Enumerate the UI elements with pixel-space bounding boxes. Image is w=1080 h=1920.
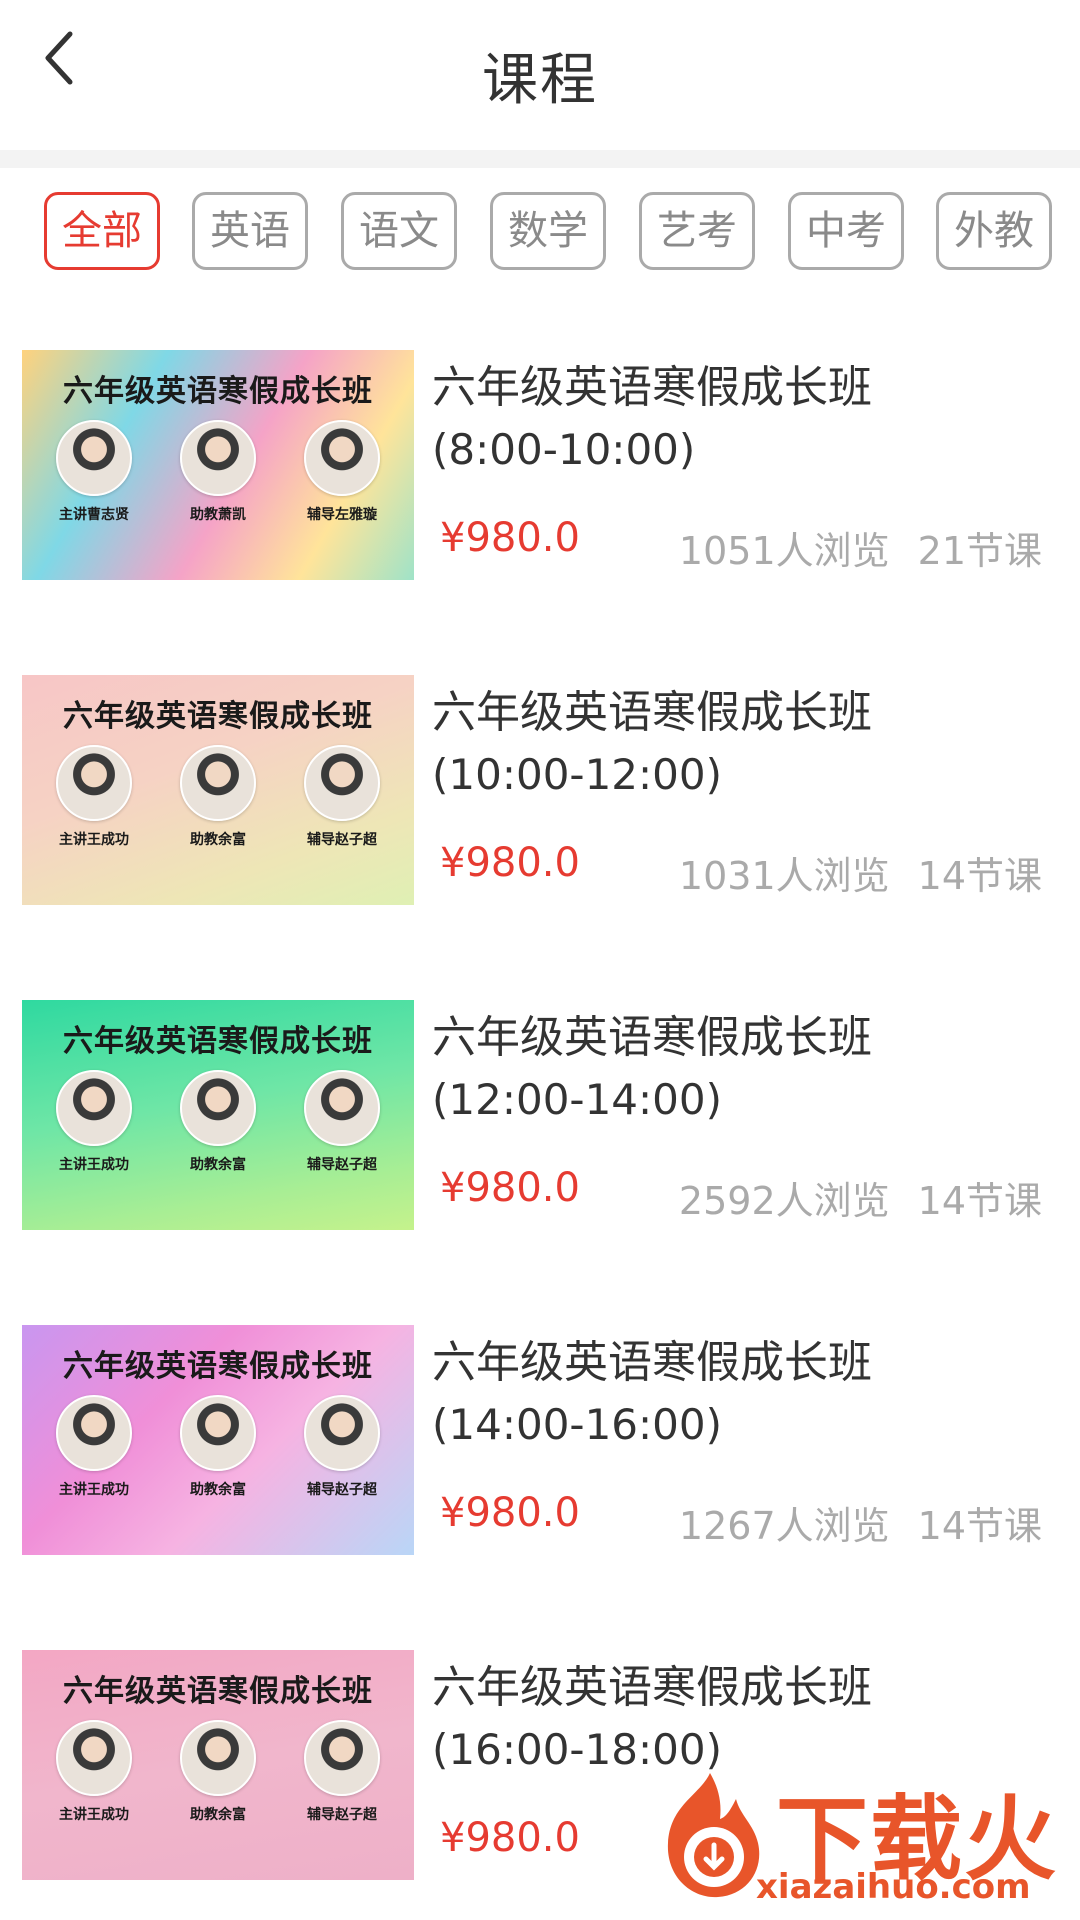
teacher-label: 主讲王成功	[59, 1482, 129, 1498]
avatar	[56, 1070, 132, 1146]
tab-art-exam[interactable]: 艺考	[639, 192, 755, 270]
teacher: 主讲王成功	[34, 745, 154, 849]
avatar	[56, 420, 132, 496]
thumbnail-title: 六年级英语寒假成长班	[63, 1024, 373, 1059]
teacher-label: 助教余富	[190, 1157, 246, 1173]
tab-foreign-teacher[interactable]: 外教	[936, 192, 1052, 270]
avatar	[56, 745, 132, 821]
tab-high-school-exam[interactable]: 中考	[788, 192, 904, 270]
avatar	[180, 1720, 256, 1796]
teacher: 主讲王成功	[34, 1070, 154, 1174]
view-count: 2592人浏览	[678, 1179, 890, 1223]
course-title[interactable]: 六年级英语寒假成长班	[432, 1333, 1052, 1393]
teacher-label: 辅导左雅璇	[307, 507, 377, 523]
avatar	[304, 1395, 380, 1471]
course-time: (10:00-12:00)	[432, 750, 723, 799]
teacher: 主讲王成功	[34, 1395, 154, 1499]
avatar	[304, 745, 380, 821]
view-count: 1267人浏览	[678, 1504, 890, 1548]
tab-english[interactable]: 英语	[192, 192, 308, 270]
course-thumbnail[interactable]: 六年级英语寒假成长班 主讲王成功 助教余富 辅导赵子超	[22, 1000, 414, 1230]
avatar	[56, 1395, 132, 1471]
course-title[interactable]: 六年级英语寒假成长班	[432, 358, 1052, 418]
header-bar: 课程	[0, 0, 1080, 150]
view-count: 1051人浏览	[678, 529, 890, 573]
teacher: 辅导左雅璇	[282, 420, 402, 524]
teacher: 助教萧凯	[158, 420, 278, 524]
header-divider	[0, 150, 1080, 168]
course-item[interactable]: 六年级英语寒假成长班 主讲王成功 助教余富 辅导赵子超 六年级英语寒假成长班 (…	[0, 1000, 1080, 1240]
course-time: (8:00-10:00)	[432, 425, 696, 474]
course-item[interactable]: 六年级英语寒假成长班 主讲王成功 助教余富 辅导赵子超 六年级英语寒假成长班 (…	[0, 675, 1080, 915]
thumbnail-title: 六年级英语寒假成长班	[63, 1674, 373, 1709]
tab-math[interactable]: 数学	[490, 192, 606, 270]
course-meta: 1267人浏览 14节课	[679, 1495, 1042, 1550]
thumbnail-title: 六年级英语寒假成长班	[63, 1349, 373, 1384]
teacher: 助教余富	[158, 1070, 278, 1174]
teacher-label: 辅导赵子超	[307, 1807, 377, 1823]
course-title[interactable]: 六年级英语寒假成长班	[432, 683, 1052, 743]
teacher: 辅导赵子超	[282, 745, 402, 849]
teacher-label: 辅导赵子超	[307, 1157, 377, 1173]
course-price: ¥980.0	[440, 1165, 580, 1211]
tab-chinese[interactable]: 语文	[341, 192, 457, 270]
course-title[interactable]: 六年级英语寒假成长班	[432, 1658, 1052, 1718]
lesson-count: 21节课	[917, 529, 1042, 573]
teacher: 辅导赵子超	[282, 1720, 402, 1824]
thumbnail-title: 六年级英语寒假成长班	[63, 374, 373, 409]
avatar	[180, 420, 256, 496]
teacher-label: 辅导赵子超	[307, 1482, 377, 1498]
teacher-label: 辅导赵子超	[307, 832, 377, 848]
teacher-label: 主讲王成功	[59, 1157, 129, 1173]
teacher: 主讲王成功	[34, 1720, 154, 1824]
course-title[interactable]: 六年级英语寒假成长班	[432, 1008, 1052, 1068]
course-price: ¥980.0	[440, 1815, 580, 1861]
avatar	[180, 745, 256, 821]
course-time: (12:00-14:00)	[432, 1075, 723, 1124]
teacher: 助教余富	[158, 1720, 278, 1824]
page-title: 课程	[482, 48, 598, 113]
avatar	[56, 1720, 132, 1796]
teacher: 助教余富	[158, 1395, 278, 1499]
avatar	[304, 1070, 380, 1146]
lesson-count: 14节课	[917, 1504, 1042, 1548]
course-meta: 2592人浏览 14节课	[679, 1170, 1042, 1225]
course-time: (14:00-16:00)	[432, 1400, 723, 1449]
teacher-label: 助教余富	[190, 1482, 246, 1498]
view-count: 1031人浏览	[678, 854, 890, 898]
teacher: 助教余富	[158, 745, 278, 849]
teacher-label: 主讲王成功	[59, 832, 129, 848]
tab-all[interactable]: 全部	[44, 192, 160, 270]
teacher: 辅导赵子超	[282, 1395, 402, 1499]
avatar	[180, 1395, 256, 1471]
course-thumbnail[interactable]: 六年级英语寒假成长班 主讲曹志贤 助教萧凯 辅导左雅璇	[22, 350, 414, 580]
watermark-url: xiazaihuo.com	[756, 1867, 1031, 1907]
thumbnail-title: 六年级英语寒假成长班	[63, 699, 373, 734]
teacher-label: 助教余富	[190, 1807, 246, 1823]
avatar	[304, 1720, 380, 1796]
teacher: 辅导赵子超	[282, 1070, 402, 1174]
avatar	[180, 1070, 256, 1146]
lesson-count: 14节课	[917, 854, 1042, 898]
course-thumbnail[interactable]: 六年级英语寒假成长班 主讲王成功 助教余富 辅导赵子超	[22, 1650, 414, 1880]
teacher-label: 主讲曹志贤	[59, 507, 129, 523]
teacher-label: 助教余富	[190, 832, 246, 848]
teacher-label: 主讲王成功	[59, 1807, 129, 1823]
course-price: ¥980.0	[440, 1490, 580, 1536]
course-thumbnail[interactable]: 六年级英语寒假成长班 主讲王成功 助教余富 辅导赵子超	[22, 1325, 414, 1555]
course-price: ¥980.0	[440, 515, 580, 561]
teacher: 主讲曹志贤	[34, 420, 154, 524]
lesson-count: 14节课	[917, 1179, 1042, 1223]
course-meta: 1051人浏览 21节课	[679, 520, 1042, 575]
category-tabs: 全部 英语 语文 数学 艺考 中考 外教	[0, 192, 1080, 272]
watermark: 下载火 xiazaihuo.com	[626, 1755, 1080, 1920]
course-price: ¥980.0	[440, 840, 580, 886]
teacher-label: 助教萧凯	[190, 507, 246, 523]
course-meta: 1031人浏览 14节课	[679, 845, 1042, 900]
course-item[interactable]: 六年级英语寒假成长班 主讲曹志贤 助教萧凯 辅导左雅璇 六年级英语寒假成长班 (…	[0, 350, 1080, 590]
course-thumbnail[interactable]: 六年级英语寒假成长班 主讲王成功 助教余富 辅导赵子超	[22, 675, 414, 905]
avatar	[304, 420, 380, 496]
course-item[interactable]: 六年级英语寒假成长班 主讲王成功 助教余富 辅导赵子超 六年级英语寒假成长班 (…	[0, 1325, 1080, 1565]
